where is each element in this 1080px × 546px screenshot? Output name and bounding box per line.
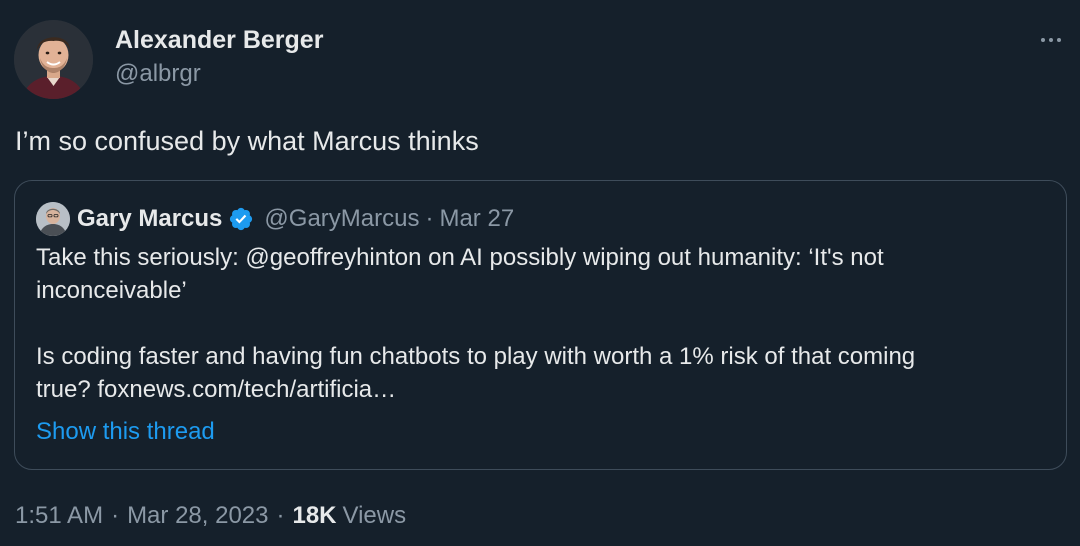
author-avatar[interactable] (14, 20, 93, 99)
views-count[interactable]: 18K (292, 502, 336, 530)
author-name[interactable]: Alexander Berger (115, 26, 323, 55)
quote-text: Take this seriously: @geoffreyhinton on … (36, 241, 1046, 406)
more-options-button[interactable] (1032, 28, 1070, 52)
quoted-tweet-card[interactable]: Gary Marcus @GaryMarcus · Mar 27 Take th… (14, 180, 1067, 470)
views-label: Views (342, 502, 407, 529)
tweet-text: I’m so confused by what Marcus thinks (15, 126, 479, 156)
quote-header: Gary Marcus @GaryMarcus · Mar 27 (77, 203, 514, 235)
meta-separator: · (111, 502, 120, 529)
verified-badge-icon (228, 206, 254, 232)
quote-text-line: true? foxnews.com/tech/artificia… (36, 376, 397, 403)
quote-author-name[interactable]: Gary Marcus (77, 205, 222, 233)
tweet-date[interactable]: Mar 28, 2023 (127, 502, 268, 530)
more-horizontal-icon (1041, 38, 1045, 42)
tweet-meta: 1:51 AM · Mar 28, 2023 · 18K Views (15, 502, 406, 530)
quote-author-handle[interactable]: @GaryMarcus (264, 205, 419, 233)
quote-author-avatar[interactable] (36, 202, 70, 236)
quote-text-line: Is coding faster and having fun chatbots… (36, 343, 916, 370)
meta-separator: · (276, 502, 285, 529)
quote-text-line: Take this seriously: @geoffreyhinton on … (36, 244, 884, 271)
show-thread-link[interactable]: Show this thread (36, 418, 215, 446)
quote-date[interactable]: Mar 27 (439, 205, 514, 233)
quote-separator: · (425, 205, 434, 232)
quote-text-line: inconceivable’ (36, 277, 187, 304)
author-handle[interactable]: @albrgr (115, 60, 201, 88)
tweet: Alexander Berger @albrgr I’m so confused… (0, 0, 1080, 546)
tweet-time[interactable]: 1:51 AM (15, 502, 103, 530)
